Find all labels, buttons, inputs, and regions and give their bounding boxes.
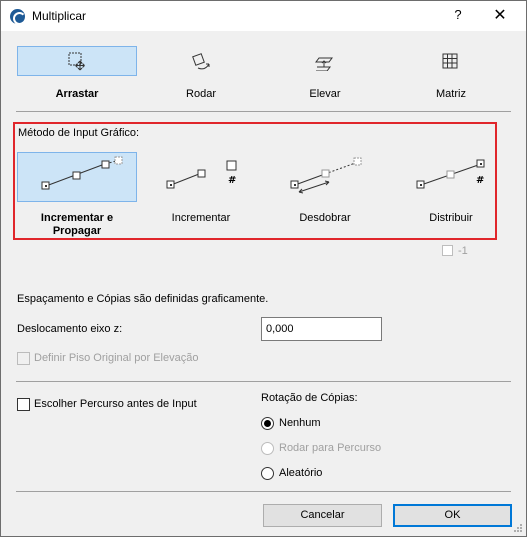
help-button[interactable]: ? bbox=[448, 7, 468, 25]
rotation-random-label: Aleatório bbox=[279, 467, 323, 479]
input-method-increment-propagate[interactable] bbox=[17, 152, 137, 202]
elevate-icon bbox=[315, 57, 333, 71]
rotation-none-radio[interactable] bbox=[261, 417, 274, 430]
choose-path-label: Escolher Percurso antes de Input bbox=[34, 398, 197, 410]
separator-bottom bbox=[16, 491, 511, 492]
mode-rotate-label: Rodar bbox=[186, 88, 216, 100]
mode-matrix-label: Matriz bbox=[436, 88, 466, 100]
svg-text:#: # bbox=[228, 175, 236, 186]
input-method-title: Método de Input Gráfico: bbox=[18, 127, 140, 139]
drag-icon bbox=[68, 52, 85, 71]
z-offset-input[interactable] bbox=[261, 317, 382, 341]
ok-button[interactable]: OK bbox=[393, 504, 512, 527]
rotate-icon bbox=[192, 53, 210, 70]
increment-propagate-icon bbox=[41, 156, 123, 190]
rotation-follow-path-label: Rodar para Percurso bbox=[279, 442, 382, 454]
increment-icon: # bbox=[166, 160, 237, 189]
window-title: Multiplicar bbox=[32, 9, 87, 23]
distribute-icon: # bbox=[416, 159, 485, 189]
input-method-distribute-label: Distribuir bbox=[429, 212, 473, 224]
rotation-none-label: Nenhum bbox=[279, 417, 321, 429]
separator-top bbox=[16, 111, 511, 112]
spread-icon bbox=[290, 157, 362, 194]
define-floor-label: Definir Piso Original por Elevação bbox=[34, 352, 199, 364]
mode-rotate-button[interactable] bbox=[141, 46, 261, 76]
input-method-increment[interactable]: # bbox=[141, 152, 261, 202]
mode-elevate-button[interactable] bbox=[265, 46, 385, 76]
define-floor-checkbox[interactable] bbox=[17, 352, 30, 365]
rotation-random-radio[interactable] bbox=[261, 467, 274, 480]
cancel-button[interactable]: Cancelar bbox=[263, 504, 382, 527]
title-bar: Multiplicar ? ✕ bbox=[1, 1, 526, 31]
close-button[interactable]: ✕ bbox=[488, 5, 512, 25]
matrix-icon bbox=[442, 53, 458, 69]
spacing-info-text: Espaçamento e Cópias são definidas grafi… bbox=[17, 293, 269, 305]
minus-one-label: -1 bbox=[458, 245, 468, 257]
separator-middle bbox=[16, 381, 511, 382]
minus-one-checkbox[interactable] bbox=[442, 245, 453, 256]
choose-path-checkbox[interactable] bbox=[17, 398, 30, 411]
mode-matrix-button[interactable] bbox=[391, 46, 511, 76]
resize-grip-icon[interactable] bbox=[513, 523, 523, 533]
mode-drag-label: Arrastar bbox=[55, 88, 99, 100]
svg-text:#: # bbox=[476, 175, 484, 186]
input-method-increment-label: Incrementar bbox=[171, 212, 231, 224]
rotation-follow-path-radio[interactable] bbox=[261, 442, 274, 455]
rotation-title: Rotação de Cópias: bbox=[261, 392, 358, 404]
input-method-spread-label: Desdobrar bbox=[299, 212, 351, 224]
input-method-distribute[interactable]: # bbox=[391, 152, 511, 202]
archicad-app-icon bbox=[10, 9, 26, 25]
input-method-increment-propagate-label: Incrementar e Propagar bbox=[40, 212, 114, 237]
mode-drag-button[interactable] bbox=[17, 46, 137, 76]
multiply-dialog: Multiplicar ? ✕ Arrastar Rodar Elevar Ma… bbox=[0, 0, 527, 537]
mode-elevate-label: Elevar bbox=[309, 88, 341, 100]
input-method-spread[interactable] bbox=[265, 152, 385, 202]
z-offset-label: Deslocamento eixo z: bbox=[17, 323, 123, 335]
